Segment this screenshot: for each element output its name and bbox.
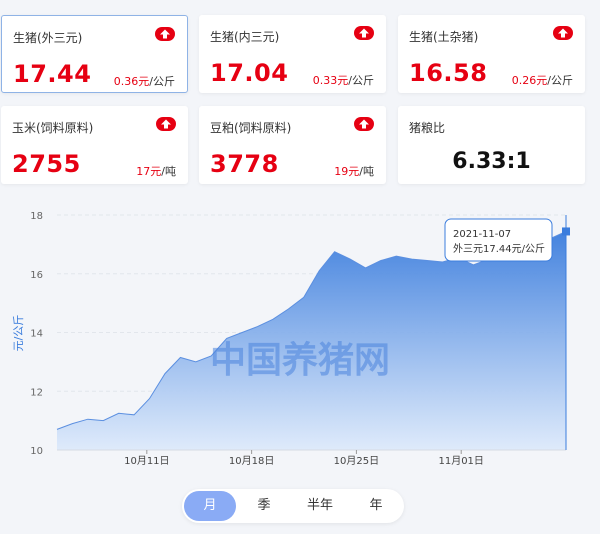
x-tick-label: 10月25日 xyxy=(334,455,379,467)
tooltip-date: 2021-11-07 xyxy=(453,229,511,240)
price-trend-chart[interactable]: 10 12 14 16 18 元/公斤 中国养猪网 10月11日 10月18日 10月25日… xyxy=(0,200,600,470)
x-tick-label: 10月18日 xyxy=(229,455,274,467)
card-title: 生猪(土杂猪) xyxy=(409,30,479,44)
card-change: 0.33元/公斤 xyxy=(312,74,374,87)
card-price: 2755 xyxy=(12,150,81,178)
tooltip: 2021-11-07 外三元17.44元/公斤 xyxy=(444,218,553,262)
card-title: 豆粕(饲料原料) xyxy=(210,121,292,135)
tab-quarter[interactable]: 季 xyxy=(236,491,292,521)
y-axis-label: 元/公斤 xyxy=(12,315,25,352)
y-tick-label: 12 xyxy=(30,387,43,398)
y-tick-label: 18 xyxy=(30,211,43,222)
card-change: 17元/吨 xyxy=(136,165,176,178)
up-arrow-icon xyxy=(354,117,374,131)
watermark: 中国养猪网 xyxy=(210,339,390,381)
up-arrow-icon xyxy=(155,27,175,41)
tab-year[interactable]: 年 xyxy=(348,491,404,521)
card-price: 3778 xyxy=(210,150,279,178)
highlight-point[interactable] xyxy=(562,227,570,236)
card-title: 生猪(外三元) xyxy=(13,31,83,45)
card-price: 17.44 xyxy=(13,60,92,88)
price-card-pig-local[interactable]: 生猪(土杂猪) 16.58 0.26元/公斤 xyxy=(398,15,585,93)
card-change: 0.36元/公斤 xyxy=(113,75,175,88)
tooltip-text: 外三元17.44元/公斤 xyxy=(453,243,545,255)
price-card-pig-inner[interactable]: 生猪(内三元) 17.04 0.33元/公斤 xyxy=(199,15,386,93)
x-tick-label: 10月11日 xyxy=(124,455,169,467)
card-title: 生猪(内三元) xyxy=(210,30,280,44)
hog-grain-ratio-value: 6.33:1 xyxy=(452,149,531,174)
card-title: 玉米(饲料原料) xyxy=(12,121,94,135)
up-arrow-icon xyxy=(354,26,374,40)
card-price: 17.04 xyxy=(210,59,289,87)
card-title: 猪粮比 xyxy=(409,121,446,135)
x-tick-label: 11月01日 xyxy=(438,455,483,467)
y-tick-label: 10 xyxy=(30,446,43,457)
tab-half-year[interactable]: 半年 xyxy=(292,491,348,521)
up-arrow-icon xyxy=(553,26,573,40)
up-arrow-icon xyxy=(156,117,176,131)
price-card-hog-grain-ratio[interactable]: 猪粮比 6.33:1 xyxy=(398,106,585,184)
y-tick-label: 14 xyxy=(30,329,43,340)
card-change: 19元/吨 xyxy=(334,165,374,178)
price-card-soymeal[interactable]: 豆粕(饲料原料) 3778 19元/吨 xyxy=(199,106,386,184)
price-card-corn[interactable]: 玉米(饲料原料) 2755 17元/吨 xyxy=(1,106,188,184)
card-change: 0.26元/公斤 xyxy=(511,74,573,87)
period-tabs: 月 季 半年 年 xyxy=(182,489,404,523)
tab-month[interactable]: 月 xyxy=(184,491,236,521)
card-price: 16.58 xyxy=(409,59,488,87)
price-card-pig-outer[interactable]: 生猪(外三元) 17.44 0.36元/公斤 xyxy=(1,15,188,93)
y-tick-label: 16 xyxy=(30,270,43,281)
